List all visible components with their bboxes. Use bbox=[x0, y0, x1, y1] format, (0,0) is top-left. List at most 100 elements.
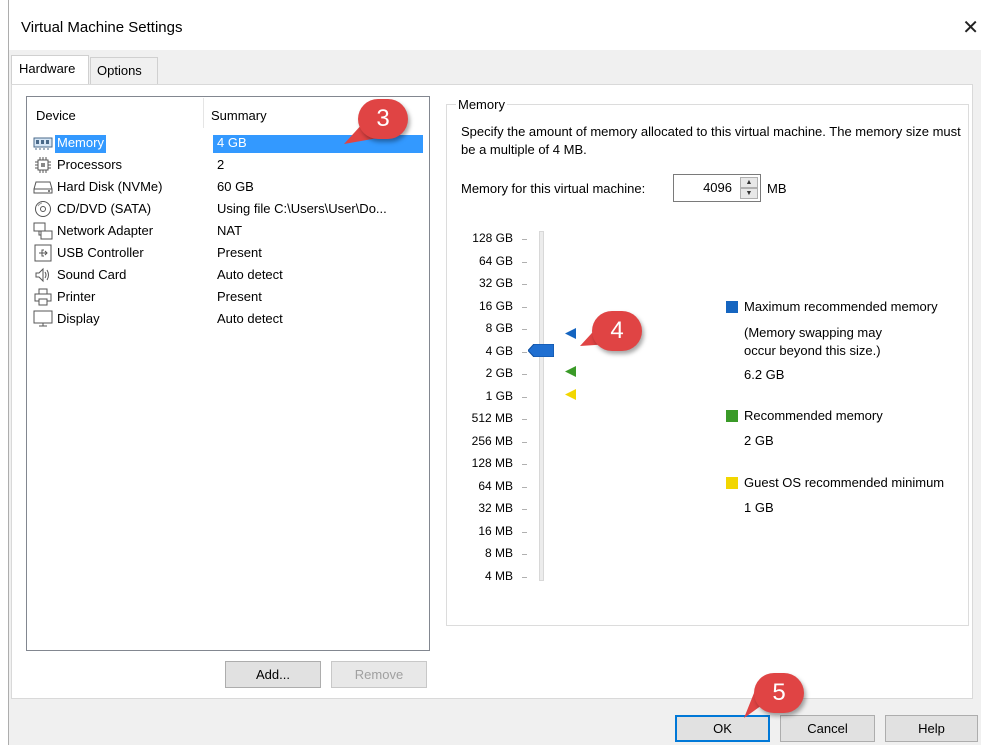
scale-label: 128 MB bbox=[471, 456, 513, 470]
device-row-processors[interactable]: Processors 2 bbox=[33, 154, 425, 176]
recommended-swatch bbox=[726, 410, 738, 422]
scale-label: 64 GB bbox=[478, 253, 513, 268]
guest-min-swatch bbox=[726, 477, 738, 489]
cd-dvd-icon bbox=[33, 200, 53, 218]
memory-slider-thumb[interactable] bbox=[528, 344, 554, 357]
scale-tick bbox=[522, 441, 527, 443]
scale-tick bbox=[522, 576, 527, 578]
usb-icon bbox=[33, 244, 53, 262]
scale-label: 16 GB bbox=[478, 298, 513, 313]
scale-tick bbox=[522, 554, 527, 555]
guest-min-value: 1 GB bbox=[744, 500, 774, 515]
close-icon[interactable]: ✕ bbox=[962, 15, 979, 39]
help-button[interactable]: Help bbox=[885, 715, 978, 742]
remove-device-button[interactable]: Remove bbox=[331, 661, 427, 688]
scale-tick bbox=[522, 419, 527, 420]
column-header-summary[interactable]: Summary bbox=[211, 108, 267, 123]
device-name: Printer bbox=[57, 289, 96, 304]
device-row-network-adapter[interactable]: Network Adapter NAT bbox=[33, 220, 425, 242]
scale-tick bbox=[522, 374, 527, 375]
device-row-printer[interactable]: Printer Present bbox=[33, 286, 425, 308]
max-recommended-value: 6.2 GB bbox=[744, 367, 785, 382]
device-name: Sound Card bbox=[57, 267, 127, 282]
scale-label: 4 MB bbox=[484, 568, 513, 583]
callout-3: 3 bbox=[358, 99, 408, 139]
scale-label: 32 MB bbox=[478, 501, 513, 515]
display-icon bbox=[33, 310, 53, 328]
scale-tick bbox=[522, 306, 527, 308]
memory-unit-label: MB bbox=[767, 181, 787, 196]
device-summary: 2 bbox=[217, 157, 225, 172]
device-summary: NAT bbox=[217, 223, 243, 238]
device-summary: 60 GB bbox=[217, 179, 254, 194]
printer-icon bbox=[33, 288, 53, 306]
column-separator bbox=[203, 98, 204, 128]
memory-description: Specify the amount of memory allocated t… bbox=[461, 124, 961, 157]
scale-tick bbox=[522, 261, 527, 263]
memory-icon bbox=[33, 134, 53, 152]
spin-buttons: ▲ ▼ bbox=[740, 177, 758, 199]
max-recommended-swatch bbox=[726, 301, 738, 313]
sound-icon bbox=[33, 266, 53, 284]
scale-tick bbox=[522, 284, 527, 285]
scale-label: 1 GB bbox=[485, 388, 513, 403]
add-device-button[interactable]: Add... bbox=[225, 661, 321, 688]
device-name: Memory bbox=[55, 135, 106, 153]
guest-min-marker-icon bbox=[565, 389, 576, 400]
memory-group-title: Memory bbox=[456, 97, 507, 112]
recommended-marker-icon bbox=[565, 366, 576, 377]
device-row-cd-dvd[interactable]: CD/DVD (SATA) Using file C:\Users\User\D… bbox=[33, 198, 425, 220]
tab-hardware[interactable]: Hardware bbox=[11, 55, 89, 85]
memory-spinbox[interactable]: 4096 ▲ ▼ bbox=[673, 174, 761, 202]
scale-tick bbox=[522, 486, 527, 488]
guest-min-title: Guest OS recommended minimum bbox=[744, 475, 945, 490]
device-name: Hard Disk (NVMe) bbox=[57, 179, 163, 194]
decrement-button[interactable]: ▼ bbox=[740, 188, 758, 199]
scale-label: 512 MB bbox=[471, 411, 513, 425]
device-row-sound-card[interactable]: Sound Card Auto detect bbox=[33, 264, 425, 286]
scale-label: 256 MB bbox=[471, 433, 513, 448]
device-name: CD/DVD (SATA) bbox=[57, 201, 152, 216]
max-recommended-note-line1: (Memory swapping may bbox=[744, 325, 882, 340]
memory-field-label: Memory for this virtual machine: bbox=[461, 181, 646, 196]
callout-5: 5 bbox=[754, 673, 804, 713]
device-row-hard-disk[interactable]: Hard Disk (NVMe) 60 GB bbox=[33, 176, 425, 198]
scale-label: 2 GB bbox=[485, 366, 513, 380]
scale-label: 32 GB bbox=[478, 276, 513, 290]
max-recommended-title: Maximum recommended memory bbox=[744, 299, 938, 314]
device-summary: Present bbox=[217, 245, 262, 260]
scale-tick bbox=[522, 464, 527, 465]
window-title: Virtual Machine Settings bbox=[21, 19, 183, 36]
scale-tick bbox=[522, 509, 527, 510]
device-name: USB Controller bbox=[57, 245, 144, 260]
title-bar: Virtual Machine Settings ✕ bbox=[9, 0, 981, 50]
device-row-display[interactable]: Display Auto detect bbox=[33, 308, 425, 330]
scale-label: 16 MB bbox=[478, 523, 513, 538]
scale-tick bbox=[522, 239, 527, 240]
max-recommended-note-line2: occur beyond this size.) bbox=[744, 343, 881, 358]
hard-disk-icon bbox=[33, 178, 53, 196]
memory-slider-track[interactable] bbox=[539, 231, 544, 581]
device-summary: Auto detect bbox=[217, 311, 283, 326]
recommended-value: 2 GB bbox=[744, 433, 774, 448]
column-header-device[interactable]: Device bbox=[36, 108, 76, 123]
device-name: Processors bbox=[57, 157, 123, 172]
device-name: Display bbox=[57, 311, 100, 326]
scale-label: 4 GB bbox=[485, 343, 513, 358]
scale-label: 8 MB bbox=[484, 546, 513, 560]
increment-button[interactable]: ▲ bbox=[740, 177, 758, 188]
device-row-usb-controller[interactable]: USB Controller Present bbox=[33, 242, 425, 264]
network-icon bbox=[33, 222, 53, 240]
scale-label: 8 GB bbox=[485, 321, 513, 335]
processor-icon bbox=[33, 156, 53, 174]
device-summary: Present bbox=[217, 289, 262, 304]
scale-label: 128 GB bbox=[472, 231, 513, 245]
device-summary: Using file C:\Users\User\Do... bbox=[217, 201, 387, 216]
tab-options[interactable]: Options bbox=[90, 57, 158, 84]
max-recommended-marker-icon bbox=[565, 328, 576, 339]
device-list[interactable]: Device Summary Memory 4 GB Processors 2 … bbox=[26, 96, 430, 651]
memory-input[interactable]: 4096 bbox=[703, 180, 732, 195]
scale-tick bbox=[522, 531, 527, 533]
device-summary: Auto detect bbox=[217, 267, 283, 282]
device-name: Network Adapter bbox=[57, 223, 154, 238]
